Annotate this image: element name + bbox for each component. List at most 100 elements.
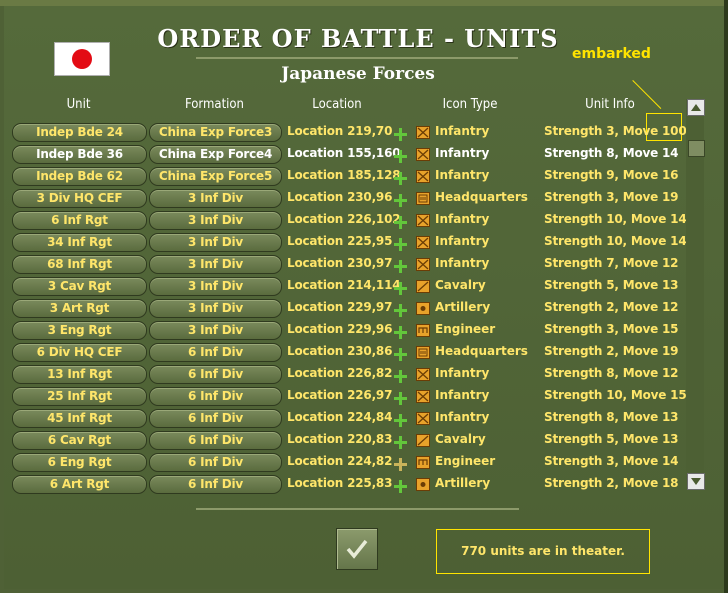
scrollbar-track[interactable]	[686, 99, 704, 489]
formation-button[interactable]: 3 Inf Div	[149, 277, 282, 296]
formation-button[interactable]: 6 Inf Div	[149, 343, 282, 362]
unit-button[interactable]: 25 Inf Rgt	[12, 387, 147, 406]
location-text: Location 225,95	[287, 234, 393, 248]
plus-icon[interactable]	[394, 436, 407, 449]
unit-info-text: Strength 10, Move 14	[544, 212, 687, 226]
plus-icon[interactable]	[394, 480, 407, 493]
plus-icon[interactable]	[394, 194, 407, 207]
formation-button[interactable]: 6 Inf Div	[149, 453, 282, 472]
table-row: Indep Bde 24 China Exp Force3 Location 219…	[0, 120, 690, 142]
unit-info-text: Strength 8, Move 12	[544, 366, 679, 380]
icon-type-text: Cavalry	[435, 432, 486, 446]
icon-type-text: Infantry	[435, 388, 490, 402]
formation-button[interactable]: 3 Inf Div	[149, 189, 282, 208]
embarked-annotation: embarked	[572, 46, 651, 62]
unit-info-text: Strength 10, Move 14	[544, 234, 687, 248]
table-row: 3 Cav Rgt 3 Inf Div Location 214,114 Cavalr…	[0, 274, 690, 296]
plus-icon[interactable]	[394, 370, 407, 383]
arrow-down-icon	[691, 478, 701, 485]
location-text: Location 226,102	[287, 212, 401, 226]
scroll-down-button[interactable]	[687, 473, 705, 490]
icon-type-text: Infantry	[435, 124, 490, 138]
ok-button[interactable]	[336, 528, 378, 570]
engineer-icon	[416, 456, 430, 469]
table-row: 3 Art Rgt 3 Inf Div Location 229,97 Artille…	[0, 296, 690, 318]
unit-button[interactable]: 3 Art Rgt	[12, 299, 147, 318]
unit-info-text: Strength 8, Move 13	[544, 410, 679, 424]
table-row: Indep Bde 36 China Exp Force4 Location 155…	[0, 142, 690, 164]
infantry-icon	[416, 148, 430, 161]
table-row: 6 Inf Rgt 3 Inf Div Location 226,102 Infant…	[0, 208, 690, 230]
plus-icon[interactable]	[394, 392, 407, 405]
icon-type-text: Infantry	[435, 146, 490, 160]
plus-icon[interactable]	[394, 172, 407, 185]
formation-button[interactable]: 3 Inf Div	[149, 233, 282, 252]
unit-button[interactable]: Indep Bde 24	[12, 123, 147, 142]
unit-button[interactable]: 3 Div HQ CEF	[12, 189, 147, 208]
plus-icon[interactable]	[394, 128, 407, 141]
engineer-icon	[416, 324, 430, 337]
arrow-up-icon	[691, 104, 701, 111]
formation-button[interactable]: China Exp Force5	[149, 167, 282, 186]
icon-type-text: Infantry	[435, 234, 490, 248]
scrollbar-thumb[interactable]	[688, 140, 705, 157]
plus-icon[interactable]	[394, 216, 407, 229]
unit-info-text: Strength 7, Move 12	[544, 256, 679, 270]
formation-button[interactable]: 6 Inf Div	[149, 365, 282, 384]
formation-button[interactable]: 6 Inf Div	[149, 409, 282, 428]
unit-button[interactable]: 6 Art Rgt	[12, 475, 147, 494]
table-row: 68 Inf Rgt 3 Inf Div Location 230,97 Infant…	[0, 252, 690, 274]
table-row: 34 Inf Rgt 3 Inf Div Location 225,95 Infant…	[0, 230, 690, 252]
formation-button[interactable]: 3 Inf Div	[149, 299, 282, 318]
formation-button[interactable]: China Exp Force3	[149, 123, 282, 142]
formation-button[interactable]: 3 Inf Div	[149, 321, 282, 340]
plus-icon[interactable]	[394, 238, 407, 251]
artillery-icon	[416, 478, 430, 491]
column-header-icon-type: Icon Type	[442, 97, 498, 112]
plus-icon[interactable]	[394, 150, 407, 163]
location-text: Location 229,97	[287, 300, 393, 314]
plus-icon[interactable]	[394, 414, 407, 427]
plus-icon[interactable]	[394, 282, 407, 295]
plus-icon[interactable]	[394, 348, 407, 361]
icon-type-text: Infantry	[435, 168, 490, 182]
unit-info-text: Strength 2, Move 12	[544, 300, 679, 314]
unit-button[interactable]: 6 Div HQ CEF	[12, 343, 147, 362]
table-row: 25 Inf Rgt 6 Inf Div Location 226,97 Infant…	[0, 384, 690, 406]
unit-button[interactable]: Indep Bde 62	[12, 167, 147, 186]
unit-info-text: Strength 10, Move 15	[544, 388, 687, 402]
plus-icon[interactable]	[394, 458, 407, 471]
infantry-icon	[416, 390, 430, 403]
unit-button[interactable]: 34 Inf Rgt	[12, 233, 147, 252]
formation-button[interactable]: China Exp Force4	[149, 145, 282, 164]
plus-icon[interactable]	[394, 326, 407, 339]
formation-button[interactable]: 6 Inf Div	[149, 431, 282, 450]
unit-button[interactable]: Indep Bde 36	[12, 145, 147, 164]
unit-button[interactable]: 68 Inf Rgt	[12, 255, 147, 274]
formation-button[interactable]: 6 Inf Div	[149, 475, 282, 494]
headquarters-icon	[416, 346, 430, 359]
column-header-unit-info: Unit Info	[585, 97, 635, 112]
plus-icon[interactable]	[394, 304, 407, 317]
icon-type-text: Engineer	[435, 454, 496, 468]
headquarters-icon	[416, 192, 430, 205]
icon-type-text: Artillery	[435, 300, 491, 314]
unit-button[interactable]: 45 Inf Rgt	[12, 409, 147, 428]
formation-button[interactable]: 3 Inf Div	[149, 211, 282, 230]
plus-icon[interactable]	[394, 260, 407, 273]
formation-button[interactable]: 3 Inf Div	[149, 255, 282, 274]
bottom-divider	[196, 508, 519, 510]
unit-button[interactable]: 3 Cav Rgt	[12, 277, 147, 296]
unit-button[interactable]: 6 Eng Rgt	[12, 453, 147, 472]
unit-button[interactable]: 13 Inf Rgt	[12, 365, 147, 384]
formation-button[interactable]: 6 Inf Div	[149, 387, 282, 406]
column-header-unit: Unit	[66, 97, 91, 112]
unit-button[interactable]: 6 Cav Rgt	[12, 431, 147, 450]
unit-button[interactable]: 6 Inf Rgt	[12, 211, 147, 230]
column-header-formation: Formation	[185, 97, 244, 112]
column-header-location: Location	[312, 97, 362, 112]
infantry-icon	[416, 236, 430, 249]
infantry-icon	[416, 214, 430, 227]
scroll-up-button[interactable]	[687, 99, 705, 116]
unit-button[interactable]: 3 Eng Rgt	[12, 321, 147, 340]
